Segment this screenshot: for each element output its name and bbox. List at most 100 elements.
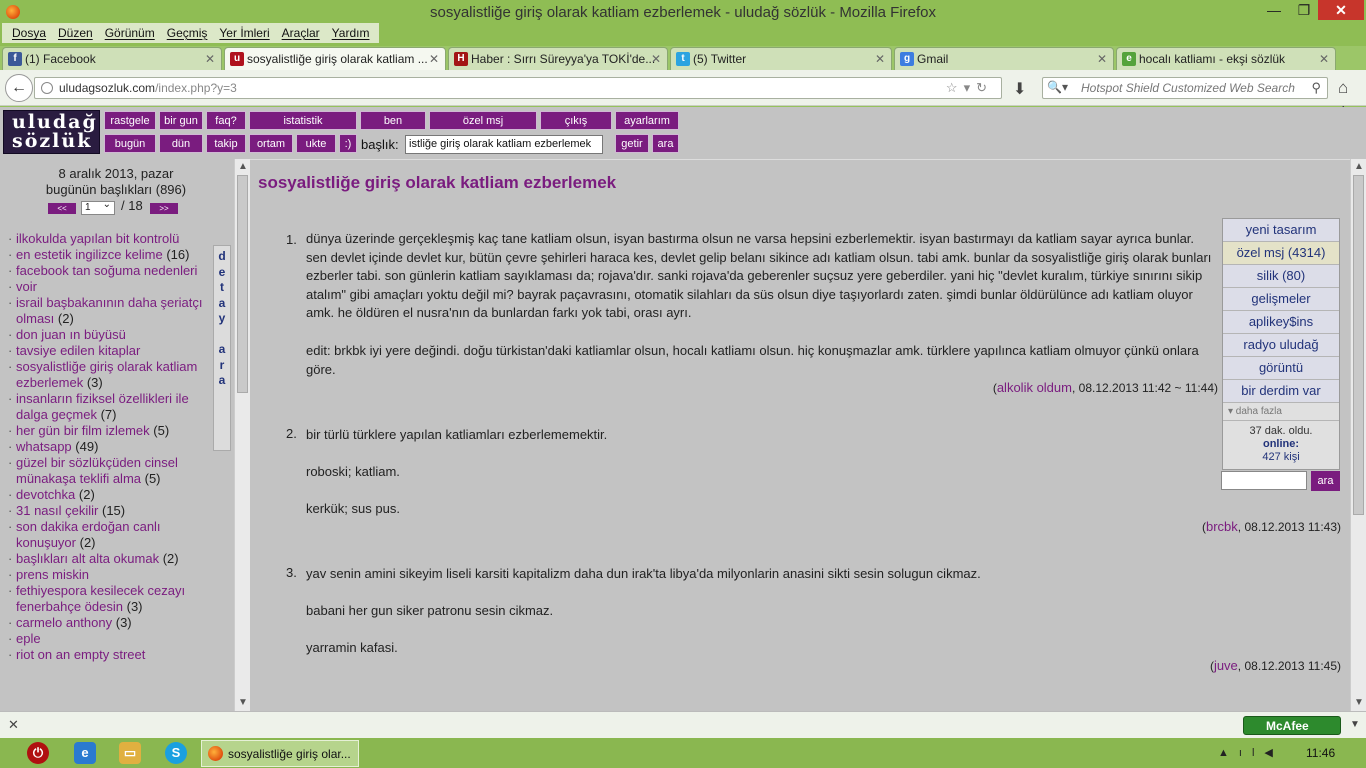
side-bir-derdim-var[interactable]: bir derdim var <box>1223 380 1339 403</box>
scroll-down-icon[interactable]: ▼ <box>1354 697 1364 708</box>
topic-title[interactable]: sosyalistliğe giriş olarak katliam ezber… <box>16 359 197 390</box>
menu-gorunum[interactable]: Görünüm <box>99 23 161 43</box>
tab-close-icon[interactable]: ✕ <box>651 52 661 66</box>
topic-item[interactable]: devotchka (2) <box>8 487 212 503</box>
topic-item[interactable]: her gün bir film izlemek (5) <box>8 423 212 439</box>
nav-dun[interactable]: dün <box>159 134 203 153</box>
topic-title[interactable]: riot on an empty street <box>16 647 145 662</box>
topic-title[interactable]: devotchka <box>16 487 75 502</box>
topic-item[interactable]: insanların fiziksel özellikleri ile dalg… <box>8 391 212 423</box>
close-window-button[interactable]: ✕ <box>1318 0 1364 20</box>
menu-duzen[interactable]: Düzen <box>52 23 99 43</box>
topic-item[interactable]: prens miskin <box>8 567 212 583</box>
online-count[interactable]: 427 kişi <box>1223 451 1339 464</box>
nav-smiley[interactable]: :) <box>339 134 357 153</box>
topic-title[interactable]: prens miskin <box>16 567 89 582</box>
back-button[interactable]: ← <box>5 74 33 102</box>
nav-istatistik[interactable]: istatistik <box>249 111 357 130</box>
topic-title[interactable]: tavsiye edilen kitaplar <box>16 343 140 358</box>
nav-ukte[interactable]: ukte <box>296 134 336 153</box>
topic-item[interactable]: carmelo anthony (3) <box>8 615 212 631</box>
menu-yer-imleri[interactable]: Yer İmleri <box>213 23 275 43</box>
tab-uludag[interactable]: u sosyalistliğe giriş olarak katliam ...… <box>224 47 446 70</box>
scroll-thumb[interactable] <box>1353 175 1364 515</box>
tab-close-icon[interactable]: ✕ <box>429 52 439 66</box>
side-yeni-tasarim[interactable]: yeni tasarım <box>1223 219 1339 242</box>
tab-close-icon[interactable]: ✕ <box>1097 52 1107 66</box>
page-select[interactable]: 1 <box>81 199 115 215</box>
clock[interactable]: 11:46 <box>1306 746 1335 760</box>
nav-ozel-msj[interactable]: özel msj <box>429 111 537 130</box>
side-gelismeler[interactable]: gelişmeler <box>1223 288 1339 311</box>
next-page-button[interactable]: >> <box>150 203 178 214</box>
topic-title[interactable]: israil başbakanının daha şeriatçı olması <box>16 295 202 326</box>
scroll-up-icon[interactable]: ▲ <box>238 161 248 172</box>
topic-title[interactable]: carmelo anthony <box>16 615 112 630</box>
download-icon[interactable]: ⬇ <box>1013 79 1026 99</box>
taskbar-firefox-window[interactable]: sosyalistliğe giriş olar... <box>201 740 359 767</box>
topic-title[interactable]: sosyalistliğe giriş olarak katliam ezber… <box>258 173 616 193</box>
topic-title[interactable]: ilkokulda yapılan bit kontrolü <box>16 231 179 246</box>
tab-twitter[interactable]: t (5) Twitter ✕ <box>670 47 892 70</box>
nav-ortam[interactable]: ortam <box>249 134 293 153</box>
daha-fazla-link[interactable]: ▾ daha fazla <box>1223 403 1339 421</box>
menu-araclar[interactable]: Araçlar <box>276 23 326 43</box>
author-link[interactable]: alkolik oldum <box>997 380 1072 395</box>
search-icon[interactable]: ⚲ <box>1311 80 1321 96</box>
topic-title[interactable]: eple <box>16 631 41 646</box>
side-ozel-msj[interactable]: özel msj (4314) <box>1223 242 1339 265</box>
topic-title[interactable]: whatsapp <box>16 439 72 454</box>
file-explorer-icon[interactable]: ▭ <box>119 742 141 764</box>
side-search-input[interactable] <box>1221 471 1307 490</box>
url-bar[interactable]: uludagsozluk.com/index.php?y=3 ☆▾↻ <box>34 77 1002 99</box>
topic-item[interactable]: don juan ın büyüsü <box>8 327 212 343</box>
scroll-down-icon[interactable]: ▼ <box>238 697 248 708</box>
nav-rastgele[interactable]: rastgele <box>104 111 156 130</box>
topic-item[interactable]: facebook tan soğuma nedenleri <box>8 263 212 279</box>
tab-eksi[interactable]: e hocalı katliamı - ekşi sözlük ✕ <box>1116 47 1336 70</box>
topic-title[interactable]: don juan ın büyüsü <box>16 327 126 342</box>
topic-title[interactable]: voir <box>16 279 37 294</box>
main-scrollbar[interactable]: ▲ ▼ <box>1350 159 1366 711</box>
skype-icon[interactable]: S <box>165 742 187 764</box>
mcafee-badge[interactable]: McAfee <box>1243 716 1341 735</box>
search-engine-icon[interactable]: 🔍▾ <box>1047 80 1068 94</box>
author-link[interactable]: juve <box>1214 658 1238 673</box>
nav-bugun[interactable]: bugün <box>104 134 156 153</box>
author-link[interactable]: brcbk <box>1206 519 1238 534</box>
menu-gecmis[interactable]: Geçmiş <box>161 23 214 43</box>
internet-explorer-icon[interactable]: e <box>74 742 96 764</box>
topic-item[interactable]: ilkokulda yapılan bit kontrolü <box>8 231 212 247</box>
web-search-input[interactable]: 🔍▾ Hotspot Shield Customized Web Search … <box>1042 77 1328 99</box>
nav-ben[interactable]: ben <box>360 111 426 130</box>
system-tray[interactable]: ▲ıl◀ <box>1218 746 1283 759</box>
topic-item[interactable]: fethiyespora kesilecek cezayı fenerbahçe… <box>8 583 212 615</box>
topic-title[interactable]: 31 nasıl çekilir <box>16 503 98 518</box>
side-silik[interactable]: silik (80) <box>1223 265 1339 288</box>
side-goruntu[interactable]: görüntü <box>1223 357 1339 380</box>
topic-item[interactable]: whatsapp (49) <box>8 439 212 455</box>
tab-close-icon[interactable]: ✕ <box>205 52 215 66</box>
prev-page-button[interactable]: << <box>48 203 76 214</box>
getir-button[interactable]: getir <box>615 134 649 153</box>
home-icon[interactable]: ⌂ <box>1338 78 1348 98</box>
topic-item[interactable]: en estetik ingilizce kelime (16) <box>8 247 212 263</box>
scroll-thumb[interactable] <box>237 175 248 393</box>
menu-yardim[interactable]: Yardım <box>326 23 376 43</box>
topic-title[interactable]: her gün bir film izlemek <box>16 423 150 438</box>
topic-title[interactable]: fethiyespora kesilecek cezayı fenerbahçe… <box>16 583 185 614</box>
nav-bir-gun[interactable]: bir gun <box>159 111 203 130</box>
tab-gmail[interactable]: g Gmail ✕ <box>894 47 1114 70</box>
tab-haber[interactable]: H Haber : Sırrı Süreyya'ya TOKİ'de... ✕ <box>448 47 668 70</box>
menu-dosya[interactable]: Dosya <box>6 23 52 43</box>
ara-button[interactable]: ara <box>652 134 679 153</box>
side-radyo-uludag[interactable]: radyo uludağ <box>1223 334 1339 357</box>
topic-title[interactable]: başlıkları alt alta okumak <box>16 551 159 566</box>
chevron-down-icon[interactable]: ▼ <box>1350 719 1360 730</box>
nav-cikis[interactable]: çıkış <box>540 111 612 130</box>
left-scrollbar[interactable]: ▲ ▼ <box>234 159 250 711</box>
baslik-input[interactable]: istliğe giriş olarak katliam ezberlemek <box>405 135 603 154</box>
detay-ara-button[interactable]: detayara <box>213 245 231 451</box>
topic-item[interactable]: başlıkları alt alta okumak (2) <box>8 551 212 567</box>
topic-item[interactable]: 31 nasıl çekilir (15) <box>8 503 212 519</box>
